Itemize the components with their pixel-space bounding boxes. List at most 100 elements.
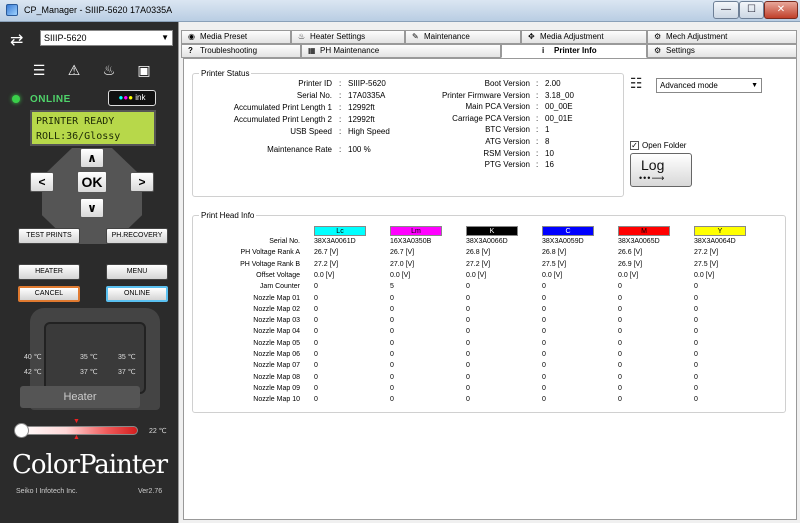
status-label: PTG Version bbox=[484, 160, 530, 170]
head-cell: 0 bbox=[466, 328, 470, 336]
log-button[interactable]: Log •••⟶ bbox=[630, 153, 692, 187]
head-cell: 27.0 [V] bbox=[390, 260, 415, 268]
tab-mech-adjustment[interactable]: ⚙ Mech Adjustment bbox=[647, 30, 797, 44]
head-cell: 0 bbox=[694, 328, 698, 336]
open-folder-label: Open Folder bbox=[642, 141, 687, 150]
app-icon bbox=[6, 4, 18, 16]
ink-level-icon[interactable]: ♨ bbox=[100, 62, 118, 78]
head-cell: 0 bbox=[618, 328, 622, 336]
head-cell: 0 bbox=[694, 317, 698, 325]
ink-badge-label: ink bbox=[135, 93, 146, 102]
tab-settings[interactable]: ⚙ Settings bbox=[647, 44, 797, 58]
tab-heater-settings[interactable]: ♨ Heater Settings bbox=[291, 30, 405, 44]
close-button[interactable]: ✕ bbox=[764, 1, 798, 19]
lcd-line-1: PRINTER READY bbox=[36, 116, 115, 127]
head-cell: 0 bbox=[618, 294, 622, 302]
head-cell: 0 bbox=[466, 351, 470, 358]
dpad-up-button[interactable]: ∧ bbox=[80, 148, 104, 168]
temp-marker-top-icon: ▼ bbox=[73, 418, 80, 425]
heater-icon: ♨ bbox=[298, 32, 306, 41]
minimize-button[interactable]: — bbox=[713, 1, 739, 19]
head-cell: 26.6 [V] bbox=[618, 249, 643, 257]
status-colon: : bbox=[339, 145, 342, 154]
heater-temp-right-bottom: 37 ℃ bbox=[118, 369, 136, 376]
dpad-left-button[interactable]: < bbox=[30, 172, 54, 192]
head-cell: 0 bbox=[694, 362, 698, 370]
media-roll-icon[interactable]: ☰ bbox=[30, 62, 48, 78]
head-cell: 0 bbox=[618, 384, 622, 392]
status-value: 00_00E bbox=[545, 102, 573, 112]
test-prints-button[interactable]: TEST PRINTS bbox=[18, 228, 80, 244]
status-colon: : bbox=[339, 103, 342, 112]
dpad-ok-button[interactable]: OK bbox=[77, 171, 107, 193]
colorpainter-logo: ColorPainter bbox=[12, 450, 168, 480]
tab-media-preset[interactable]: ◉ Media Preset bbox=[181, 30, 291, 44]
open-folder-checkbox[interactable]: ✓ bbox=[630, 141, 639, 150]
head-cell: 0 bbox=[542, 339, 546, 347]
status-label: BTC Version bbox=[485, 125, 530, 135]
status-colon: : bbox=[536, 160, 539, 170]
head-cell: 0 bbox=[694, 339, 698, 347]
maximize-button[interactable]: ☐ bbox=[739, 1, 764, 19]
status-label: Printer Firmware Version bbox=[441, 90, 530, 100]
head-cell: 0 bbox=[466, 294, 470, 302]
status-value: 16 bbox=[545, 160, 554, 170]
media-preset-icon: ◉ bbox=[188, 32, 195, 41]
ink-column-header: C bbox=[542, 226, 594, 236]
tab-printer-info[interactable]: i Printer Info bbox=[501, 44, 647, 58]
tab-troubleshooting[interactable]: ? Troubleshooting bbox=[181, 44, 301, 58]
head-cell: 26.8 [V] bbox=[542, 249, 567, 257]
cancel-button[interactable]: CANCEL bbox=[18, 286, 80, 302]
online-button[interactable]: ONLINE bbox=[106, 286, 168, 302]
dpad-down-button[interactable]: ∨ bbox=[80, 198, 104, 218]
head-cell: 5 bbox=[390, 283, 394, 291]
head-cell: 0 bbox=[390, 396, 394, 404]
warning-icon[interactable]: ⚠ bbox=[65, 62, 83, 78]
ink-badge: ●●● ink bbox=[108, 90, 156, 106]
status-colon: : bbox=[536, 102, 539, 112]
swap-printer-icon[interactable]: ⇄ bbox=[10, 30, 23, 50]
app-version: Ver2.76 bbox=[138, 488, 163, 495]
head-cell: 0 bbox=[466, 339, 470, 347]
menu-button[interactable]: MENU bbox=[106, 264, 168, 280]
head-cell: 0 bbox=[694, 396, 698, 404]
mode-select[interactable]: Advanced mode ▼ bbox=[656, 78, 762, 93]
head-row-label: Nozzle Map 04 bbox=[253, 328, 300, 336]
gear-icon: ⚙ bbox=[654, 32, 662, 41]
status-colon: : bbox=[339, 127, 342, 136]
head-cell: 0 bbox=[314, 328, 318, 336]
temp-marker-bottom-icon: ▲ bbox=[73, 434, 80, 441]
status-label: Maintenance Rate bbox=[267, 145, 332, 154]
left-control-panel: ⇄ SIIIP-5620 ▼ ☰ ⚠ ♨ ▣ ONLINE ●●● ink PR… bbox=[0, 22, 178, 523]
head-cell: 0 bbox=[618, 362, 622, 370]
status-label: ATG Version bbox=[485, 137, 530, 146]
company-name: Seiko I Infotech Inc. bbox=[16, 488, 78, 495]
head-cell: 0 bbox=[542, 362, 546, 370]
head-row-label: Nozzle Map 01 bbox=[253, 294, 300, 302]
status-label: Serial No. bbox=[296, 91, 332, 100]
ink-column-header: Lc bbox=[314, 226, 366, 236]
printer-select[interactable]: SIIIP-5620 ▼ bbox=[40, 30, 173, 46]
status-colon: : bbox=[536, 79, 539, 88]
tab-ph-maintenance[interactable]: ▦ PH Maintenance bbox=[301, 44, 501, 58]
head-row-label: Serial No. bbox=[269, 238, 300, 245]
tab-maintenance[interactable]: ✎ Maintenance bbox=[405, 30, 521, 44]
status-value: 100 % bbox=[348, 145, 371, 154]
tab-media-adjustment[interactable]: ✥ Media Adjustment bbox=[521, 30, 647, 44]
head-row-label: Nozzle Map 10 bbox=[253, 396, 300, 404]
head-cell: 27.2 [V] bbox=[314, 260, 339, 268]
dpad-right-button[interactable]: > bbox=[130, 172, 154, 192]
printer-icon[interactable]: ▣ bbox=[135, 62, 153, 78]
log-arrow-icon: •••⟶ bbox=[639, 173, 666, 183]
head-cell: 0 bbox=[314, 362, 318, 370]
ph-recovery-button[interactable]: PH.RECOVERY bbox=[106, 228, 168, 244]
status-value: 00_01E bbox=[545, 113, 573, 123]
head-row-label: Offset Voltage bbox=[256, 271, 300, 279]
heater-button[interactable]: HEATER bbox=[18, 264, 80, 280]
heater-temp-mid-bottom: 37 ℃ bbox=[80, 369, 98, 376]
status-colon: : bbox=[536, 90, 539, 100]
head-row-label: PH Voltage Rank B bbox=[240, 260, 300, 268]
status-colon: : bbox=[536, 148, 539, 158]
status-colon: : bbox=[339, 115, 342, 124]
head-cell: 26.7 [V] bbox=[314, 249, 339, 257]
